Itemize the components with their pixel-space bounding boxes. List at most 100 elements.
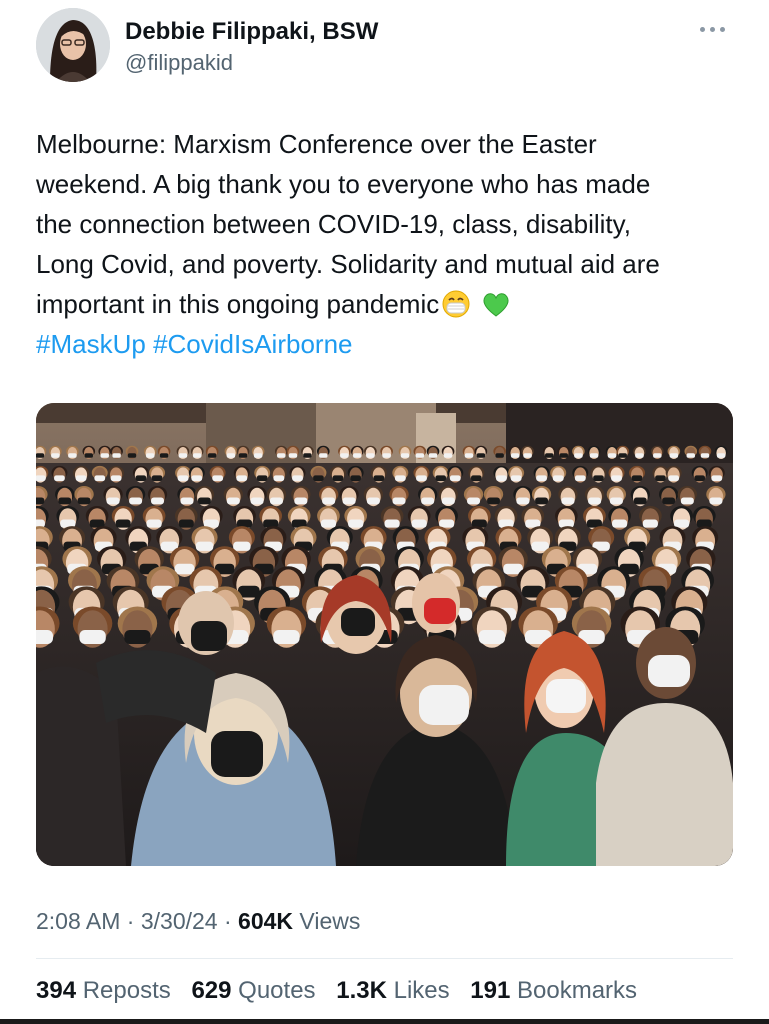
crowd-mask-shape	[653, 453, 662, 458]
tweet-photo[interactable]	[36, 403, 733, 866]
crowd-mask-shape	[441, 497, 455, 505]
crowd-mask-shape	[373, 475, 385, 482]
reposts-count: 394	[36, 977, 77, 1004]
reposts-label: Reposts	[82, 977, 171, 1004]
crowd-mask-shape	[320, 519, 337, 528]
crowd-mask-shape	[428, 453, 438, 458]
crowd-mask-shape	[350, 475, 361, 482]
author-name[interactable]: Debbie Filippaki, BSW	[125, 18, 378, 46]
crowd-mask-shape	[467, 497, 480, 505]
crowd-mask-shape	[668, 475, 679, 482]
author-handle[interactable]: @filippakid	[125, 50, 233, 76]
crowd-mask-shape	[631, 475, 643, 482]
crowd-mask-shape	[51, 453, 60, 458]
crowd-mask-shape	[411, 519, 427, 528]
crowd-mask-shape	[633, 497, 647, 505]
crowd-mask-shape	[277, 453, 286, 458]
crowd-mask-shape	[146, 519, 162, 528]
reposts-stat[interactable]: 394 Reposts	[36, 977, 171, 1004]
quotes-label: Quotes	[238, 977, 316, 1004]
crowd-mask-shape	[106, 497, 120, 505]
crowd-mask-shape	[36, 629, 53, 645]
tweet-date[interactable]: 3/30/24	[141, 908, 218, 934]
crowd-mask-shape	[516, 497, 530, 505]
crowd-mask-shape	[270, 497, 283, 505]
hashtag-link[interactable]: #CovidIsAirborne	[153, 329, 352, 359]
crowd-mask-shape	[191, 475, 203, 482]
crowd-mask-shape	[552, 475, 564, 482]
crowd-mask-shape	[151, 497, 164, 505]
crowd-mask-shape	[313, 475, 324, 482]
crowd-mask-shape	[510, 475, 522, 482]
crowd-mask-shape	[159, 453, 169, 458]
crowd-mask-shape	[716, 453, 726, 458]
tweet-line: Long Covid, and poverty. Solidarity and …	[36, 249, 660, 279]
avatar[interactable]	[36, 8, 110, 82]
crowd-mask-shape	[115, 519, 131, 528]
crowd-mask-shape	[382, 453, 391, 458]
crowd-mask-shape	[273, 629, 300, 645]
crowd-mask-shape	[238, 453, 248, 458]
crowd-mask-shape	[177, 475, 189, 482]
crowd-mask-shape	[292, 475, 303, 482]
crowd-mask-shape	[680, 497, 694, 505]
engagement-stats: 394 Reposts 629 Quotes 1.3K Likes 191 Bo…	[36, 977, 651, 1005]
crowd-mask-shape	[394, 475, 406, 482]
crowd-mask-shape	[400, 453, 410, 458]
crowd-mask-shape	[226, 497, 240, 505]
crowd-mask-shape	[574, 453, 583, 458]
likes-stat[interactable]: 1.3K Likes	[336, 977, 449, 1004]
crowd-mask-shape	[476, 453, 486, 458]
crowd-mask-shape	[322, 497, 336, 505]
crowd-mask-shape	[449, 475, 461, 482]
crowd-mask-shape	[709, 497, 723, 505]
crowd-mask-shape	[256, 475, 268, 482]
crowd-mask-shape	[58, 497, 72, 505]
crowd-mask-shape	[421, 497, 435, 505]
crowd-mask-shape	[332, 475, 344, 482]
tweet-line-text: important in this ongoing pandemic	[36, 289, 440, 319]
quotes-stat[interactable]: 629 Quotes	[191, 977, 315, 1004]
crowd-mask-shape	[294, 497, 308, 505]
crowd-mask-shape	[68, 453, 77, 458]
crowd-mask-shape	[288, 453, 298, 458]
crowd-mask-shape	[496, 475, 507, 482]
tweet-line: the connection between COVID-19, class, …	[36, 209, 631, 239]
crowd-mask-shape	[366, 497, 380, 505]
quotes-count: 629	[191, 977, 232, 1004]
crowd-mask-shape	[77, 497, 91, 505]
crowd-mask-shape	[366, 453, 375, 458]
crowd-mask-shape	[711, 475, 723, 482]
tweet-time[interactable]: 2:08 AM	[36, 908, 120, 934]
crowd-mask-shape	[612, 519, 628, 528]
likes-count: 1.3K	[336, 977, 387, 1004]
crowd-mask-shape	[593, 475, 604, 482]
crowd-mask-shape	[127, 453, 137, 458]
crowd-mask-shape	[700, 453, 710, 458]
crowd-mask-shape	[611, 475, 622, 482]
crowd-mask-shape	[589, 453, 599, 458]
crowd-mask-shape	[54, 475, 65, 482]
bookmarks-stat[interactable]: 191 Bookmarks	[470, 977, 637, 1004]
more-options-icon[interactable]	[698, 21, 728, 37]
crowd-mask-shape	[609, 497, 623, 505]
crowd-mask-shape	[151, 475, 163, 482]
crowd-mask-shape	[478, 629, 506, 645]
crowd-mask-shape	[174, 563, 195, 575]
tweet-meta: 2:08 AM · 3/30/24 · 604K Views	[36, 908, 360, 935]
crowd-mask-shape	[236, 475, 248, 482]
crowd-mask-shape	[124, 629, 151, 645]
meta-separator: ·	[223, 908, 232, 934]
crowd-mask-shape	[303, 453, 312, 458]
green-heart-icon	[481, 289, 511, 319]
crowd-mask-shape	[439, 519, 455, 528]
crowd-mask-shape	[471, 475, 482, 482]
likes-label: Likes	[393, 977, 450, 1004]
crowd-mask-shape	[561, 497, 575, 505]
crowd-mask-shape	[195, 541, 214, 551]
crowd-mask-shape	[212, 475, 223, 482]
crowd-mask-shape	[559, 453, 568, 458]
hashtag-link[interactable]: #MaskUp	[36, 329, 146, 359]
crowd-mask-shape	[531, 541, 549, 551]
crowd-mask-shape	[545, 453, 554, 458]
